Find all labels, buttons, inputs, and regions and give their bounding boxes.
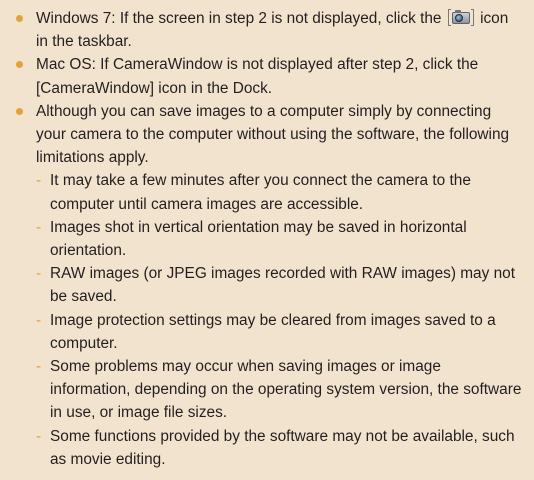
note-windows7-text: Windows 7: If the screen in step 2 is no… [36,10,442,27]
limitation-text: Some problems may occur when saving imag… [50,358,522,422]
limitation-item: - Image protection settings may be clear… [36,309,524,355]
camerawindow-taskbar-icon [447,9,474,26]
limitation-item: - RAW images (or JPEG images recorded wi… [36,262,524,308]
dash-marker: - [36,427,42,445]
limitation-text: Some functions provided by the software … [50,427,515,468]
limitation-text: Images shot in vertical orientation may … [50,218,467,260]
bullet-dot [16,15,23,22]
limitation-item: - It may take a few minutes after you co… [36,169,524,215]
limitation-text: Image protection settings may be cleared… [50,311,496,352]
limitation-text: It may take a few minutes after you conn… [50,172,471,213]
dash-marker: - [36,311,42,329]
limitations-list: - It may take a few minutes after you co… [36,169,524,471]
dash-marker: - [36,265,42,283]
note-limitations-text: Although you can save images to a comput… [36,102,510,167]
limitation-item: - Images shot in vertical orientation ma… [36,216,524,262]
note-windows7: Windows 7: If the screen in step 2 is no… [14,7,524,53]
dash-marker: - [36,218,42,236]
note-limitations: Although you can save images to a comput… [14,100,524,471]
bullet-dot [16,61,23,69]
limitation-item: - Some functions provided by the softwar… [36,425,524,471]
bullet-dot [16,107,23,115]
notes-panel: Windows 7: If the screen in step 2 is no… [0,0,534,480]
note-macos-text: Mac OS: If CameraWindow is not displayed… [36,56,479,97]
limitation-item: - Some problems may occur when saving im… [36,355,524,425]
dash-marker: - [36,172,42,190]
note-macos: Mac OS: If CameraWindow is not displayed… [14,53,524,99]
dash-marker: - [36,358,42,376]
limitation-text: RAW images (or JPEG images recorded with… [50,265,515,306]
